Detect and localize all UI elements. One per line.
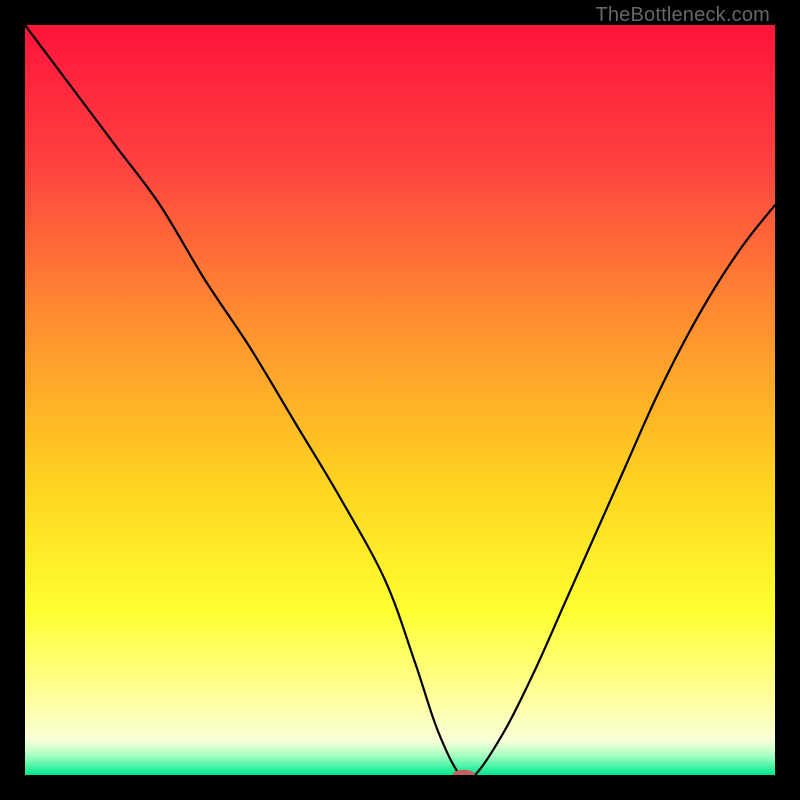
chart-frame: TheBottleneck.com (0, 0, 800, 800)
attribution-text: TheBottleneck.com (595, 4, 770, 27)
bottleneck-chart (25, 25, 775, 775)
plot-area (25, 25, 775, 775)
gradient-background (25, 25, 775, 775)
